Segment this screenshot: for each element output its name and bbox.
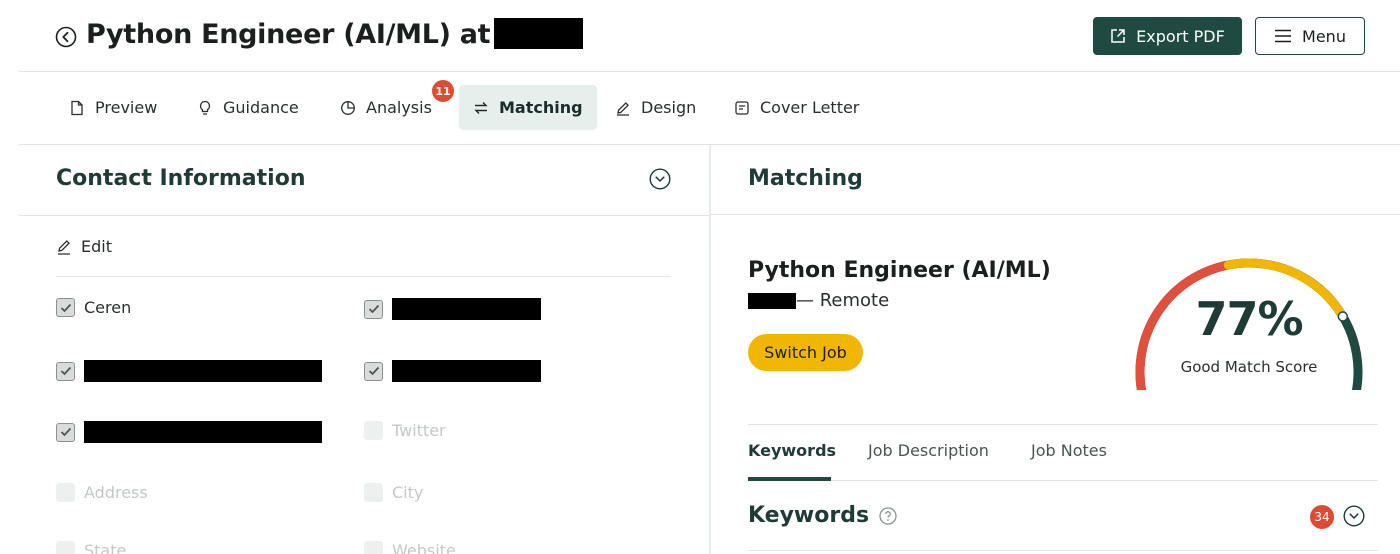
checkbox[interactable] xyxy=(56,298,75,317)
page-title-text: Python Engineer (AI/ML) at xyxy=(86,19,491,50)
cover-letter-icon xyxy=(735,100,749,115)
contact-field-label: Twitter xyxy=(392,421,446,440)
help-icon[interactable] xyxy=(879,506,897,525)
menu-label: Menu xyxy=(1302,26,1346,46)
edit-button[interactable]: Edit xyxy=(56,237,112,256)
redacted-value xyxy=(84,360,322,382)
contact-field-state[interactable]: State xyxy=(56,541,126,554)
swap-arrows-icon xyxy=(474,101,488,114)
contact-field-label: Address xyxy=(84,483,148,502)
file-icon xyxy=(71,100,83,115)
page-title: Python Engineer (AI/ML) at xyxy=(86,18,584,50)
tab-matching-label: Matching xyxy=(499,98,583,117)
pencil-icon xyxy=(58,239,70,255)
export-pdf-label: Export PDF xyxy=(1136,26,1225,46)
export-pdf-button[interactable]: Export PDF xyxy=(1093,17,1242,55)
check-icon xyxy=(60,427,71,437)
check-icon xyxy=(60,366,71,376)
hamburger-icon xyxy=(1275,29,1292,43)
check-icon xyxy=(60,303,71,312)
contact-header-divider xyxy=(19,215,709,216)
matching-header-divider xyxy=(711,214,1400,215)
matching-panel: Matching Python Engineer (AI/ML) — Remot… xyxy=(711,145,1400,554)
subtabs-divider xyxy=(748,480,1378,481)
switch-job-button[interactable]: Switch Job xyxy=(748,334,863,371)
tab-preview[interactable]: Preview xyxy=(55,85,171,130)
job-location: — Remote xyxy=(796,290,890,311)
subtab-job-description[interactable]: Job Description xyxy=(868,441,989,460)
contact-field-redacted[interactable] xyxy=(56,421,322,443)
check-icon xyxy=(368,366,379,376)
job-title: Python Engineer (AI/ML) xyxy=(748,258,1051,283)
contact-field-twitter[interactable]: Twitter xyxy=(364,421,446,440)
analysis-badge: 11 xyxy=(430,78,456,104)
tab-analysis[interactable]: Analysis xyxy=(326,85,446,130)
keywords-divider xyxy=(748,550,1378,551)
tab-guidance-label: Guidance xyxy=(223,98,299,117)
subtab-job-notes[interactable]: Job Notes xyxy=(1031,441,1107,460)
redacted-company xyxy=(748,292,796,309)
tab-analysis-label: Analysis xyxy=(366,98,432,117)
redacted-company xyxy=(494,18,584,49)
header-divider xyxy=(19,71,1400,72)
checkbox[interactable] xyxy=(364,299,383,319)
contact-field-redacted[interactable] xyxy=(364,298,541,320)
contact-field-address[interactable]: Address xyxy=(56,483,148,502)
matching-title: Matching xyxy=(748,166,863,191)
checkbox[interactable] xyxy=(56,483,75,502)
menu-button[interactable]: Menu xyxy=(1255,17,1365,55)
checkbox[interactable] xyxy=(364,361,383,381)
contact-field-label: State xyxy=(84,541,127,554)
lightbulb-icon xyxy=(199,100,211,115)
checkbox[interactable] xyxy=(364,421,383,440)
redacted-value xyxy=(84,421,322,443)
redacted-value xyxy=(392,360,541,382)
checkbox[interactable] xyxy=(364,483,383,502)
export-icon xyxy=(1111,29,1125,43)
match-score-gauge: 77% Good Match Score xyxy=(1129,250,1369,414)
pencil-icon xyxy=(617,101,629,116)
edit-label: Edit xyxy=(81,237,112,256)
active-subtab-indicator xyxy=(748,477,831,481)
back-arrow-icon[interactable] xyxy=(55,26,77,48)
contact-field-label: City xyxy=(392,483,424,502)
checkbox[interactable] xyxy=(364,541,383,554)
contact-field-redacted[interactable] xyxy=(364,360,541,382)
chevron-down-icon[interactable] xyxy=(649,168,671,190)
keywords-title: Keywords xyxy=(748,503,870,528)
pie-chart-icon xyxy=(341,100,355,115)
tab-design[interactable]: Design xyxy=(601,85,710,130)
header: Python Engineer (AI/ML) at Export PDF Me… xyxy=(0,0,1400,72)
checkbox[interactable] xyxy=(56,361,75,381)
tab-cover-letter[interactable]: Cover Letter xyxy=(720,85,873,130)
chevron-down-icon[interactable] xyxy=(1343,505,1365,527)
tab-preview-label: Preview xyxy=(95,98,158,117)
job-divider xyxy=(748,424,1378,425)
contact-field-redacted[interactable] xyxy=(56,360,322,382)
contact-section-title: Contact Information xyxy=(56,166,306,191)
contact-field-name[interactable]: Ceren xyxy=(56,298,131,317)
check-icon xyxy=(368,304,379,314)
tab-design-label: Design xyxy=(641,98,697,117)
keywords-count-badge: 34 xyxy=(1310,505,1334,529)
contact-field-label: Ceren xyxy=(84,298,132,317)
checkbox[interactable] xyxy=(56,422,75,442)
redacted-value xyxy=(392,298,541,320)
tab-cover-letter-label: Cover Letter xyxy=(760,98,860,117)
subtab-keywords[interactable]: Keywords xyxy=(748,441,836,460)
contact-panel: Contact Information Edit Ceren Twitter A xyxy=(19,145,709,554)
keywords-section: Keywords xyxy=(748,503,897,528)
job-subtitle: — Remote xyxy=(748,290,889,311)
contact-field-city[interactable]: City xyxy=(364,483,423,502)
tab-matching[interactable]: Matching xyxy=(459,85,597,130)
tab-guidance[interactable]: Guidance xyxy=(183,85,313,130)
contact-field-label: Website xyxy=(392,541,456,554)
edit-divider xyxy=(56,276,671,277)
match-score-label: Good Match Score xyxy=(1180,358,1318,376)
match-score-value: 77% xyxy=(1195,292,1303,346)
checkbox[interactable] xyxy=(56,541,75,554)
contact-field-website[interactable]: Website xyxy=(364,541,456,554)
